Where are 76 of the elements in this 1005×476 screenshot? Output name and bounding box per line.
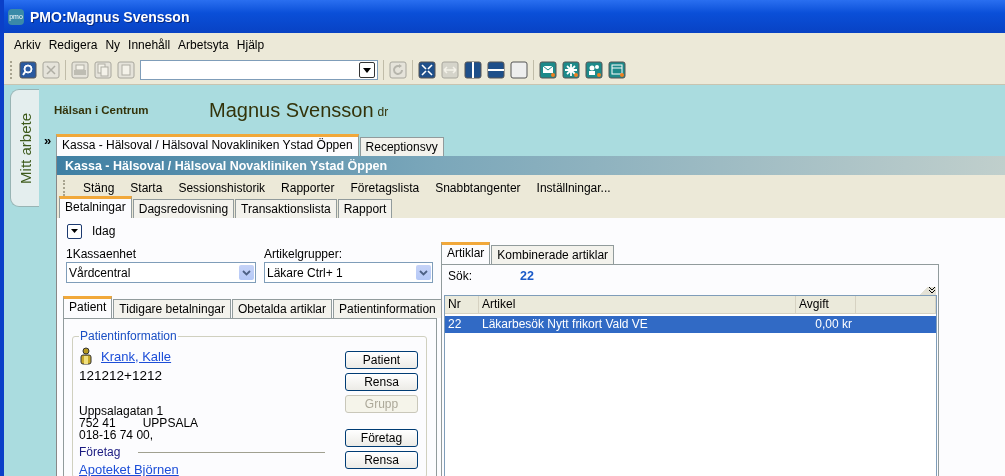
search-value: 22	[520, 269, 534, 283]
dropdown-field[interactable]: Läkare Ctrl+ 1	[264, 262, 433, 283]
button[interactable]: Rensa	[345, 451, 418, 469]
company-label: Företag	[79, 445, 121, 459]
button[interactable]: Patient	[345, 351, 418, 369]
phone-number: 018-16 74 00,	[79, 429, 155, 442]
filter-label: Idag	[92, 224, 116, 238]
dropdown-arrow-icon	[71, 229, 78, 233]
column-header[interactable]: Artikel	[479, 296, 796, 313]
person-icon	[79, 347, 93, 365]
menu-item[interactable]: Inställningar...	[528, 180, 619, 195]
patient-name-link[interactable]: Krank, Kalle	[101, 348, 172, 364]
dropdown-field[interactable]: Vårdcentral	[66, 262, 256, 283]
user-title: dr	[377, 105, 389, 119]
table-cell-text: Läkarbesök Nytt frikort Vald VE	[481, 316, 649, 333]
table-cell-text: 22	[447, 316, 463, 333]
people-icon[interactable]	[585, 61, 603, 79]
menu-item[interactable]: Hjälp	[232, 37, 269, 52]
company-link[interactable]: Apoteket Björnen	[79, 462, 325, 476]
tab[interactable]: Dagsredovisning	[132, 199, 235, 218]
double-chevron-icon[interactable]	[928, 287, 936, 294]
tab[interactable]: Obetalda artiklar	[232, 299, 333, 318]
table-cell-text: 0,00 kr	[814, 316, 853, 333]
menu-item[interactable]: Innehåll	[124, 37, 175, 52]
chevron-down-icon	[242, 269, 251, 276]
group-title: Patientinformation	[79, 329, 178, 343]
toolbar-combo-box[interactable]	[140, 60, 378, 80]
search-icon[interactable]	[19, 61, 37, 79]
postal-code: 752 41	[79, 417, 116, 429]
vertical-split-icon[interactable]	[464, 61, 482, 79]
horizontal-split-icon[interactable]	[487, 61, 505, 79]
user-name: Magnus Svensson	[209, 98, 374, 122]
menu-item[interactable]: Företagslista	[342, 180, 428, 195]
menu-item[interactable]: Arkiv	[10, 37, 45, 52]
tab[interactable]: Betalningar	[59, 196, 132, 218]
search-label: Sök:	[448, 269, 472, 283]
button[interactable]: Företag	[345, 429, 418, 447]
tab[interactable]: Kombinerade artiklar	[491, 245, 615, 264]
maximize-icon[interactable]	[418, 61, 436, 79]
menu-item[interactable]: Redigera	[44, 37, 102, 52]
mail-icon[interactable]	[539, 61, 557, 79]
button[interactable]: Rensa	[345, 373, 418, 391]
side-tab[interactable]: Mitt arbete	[10, 89, 39, 207]
column-header[interactable]: Nr	[445, 296, 479, 313]
dropdown-arrow-icon	[363, 67, 371, 73]
menu-item[interactable]: Ny	[101, 37, 125, 52]
menu-item[interactable]: Arbetsyta	[174, 37, 233, 52]
tab[interactable]: Receptionsvy	[359, 137, 444, 156]
field-label: 1Kassaenhet	[66, 247, 138, 262]
tab[interactable]: Kassa - Hälsoval / Hälsoval Novakliniken Ystad Öppen	[56, 134, 359, 156]
window-title: PMO:Magnus Svensson	[30, 8, 190, 25]
tab[interactable]: Patientinformation	[333, 299, 442, 318]
calendar-icon[interactable]	[608, 61, 626, 79]
column-header[interactable]: Avgift	[796, 296, 856, 313]
single-pane-icon[interactable]	[510, 61, 528, 79]
menu-item[interactable]: Snabbtangenter	[427, 180, 529, 195]
tab[interactable]: Rapport	[337, 199, 393, 218]
clinic-name: Hälsan i Centrum	[54, 104, 150, 116]
panel-title: Kassa - Hälsoval / Hälsoval Novakliniken Ystad Öppen	[57, 156, 1005, 175]
asterisk-icon[interactable]	[562, 61, 580, 79]
patient-id: 121212+1212	[79, 368, 163, 383]
dropdown-button[interactable]	[67, 223, 82, 239]
tab[interactable]: Tidigare betalningar	[113, 299, 231, 318]
field-label: Artikelgrupper:	[264, 247, 344, 262]
tab[interactable]: Patient	[63, 296, 113, 318]
table-row[interactable]: 22 Läkarbesök Nytt frikort Vald VE 0,00 kr	[445, 316, 936, 333]
menu-item[interactable]: Starta	[122, 180, 171, 195]
city: UPPSALA	[142, 417, 199, 429]
menu-item[interactable]: Rapporter	[273, 180, 343, 195]
menu-item[interactable]: Sessionshistorik	[170, 180, 274, 195]
tab[interactable]: Artiklar	[441, 242, 491, 264]
chevron-down-icon	[419, 269, 428, 276]
expand-toggle[interactable]: »	[44, 133, 52, 148]
address: Uppsalagatan 1	[79, 405, 164, 417]
tab[interactable]: Transaktionslista	[235, 199, 337, 218]
menu-item[interactable]: Stäng	[75, 180, 123, 195]
